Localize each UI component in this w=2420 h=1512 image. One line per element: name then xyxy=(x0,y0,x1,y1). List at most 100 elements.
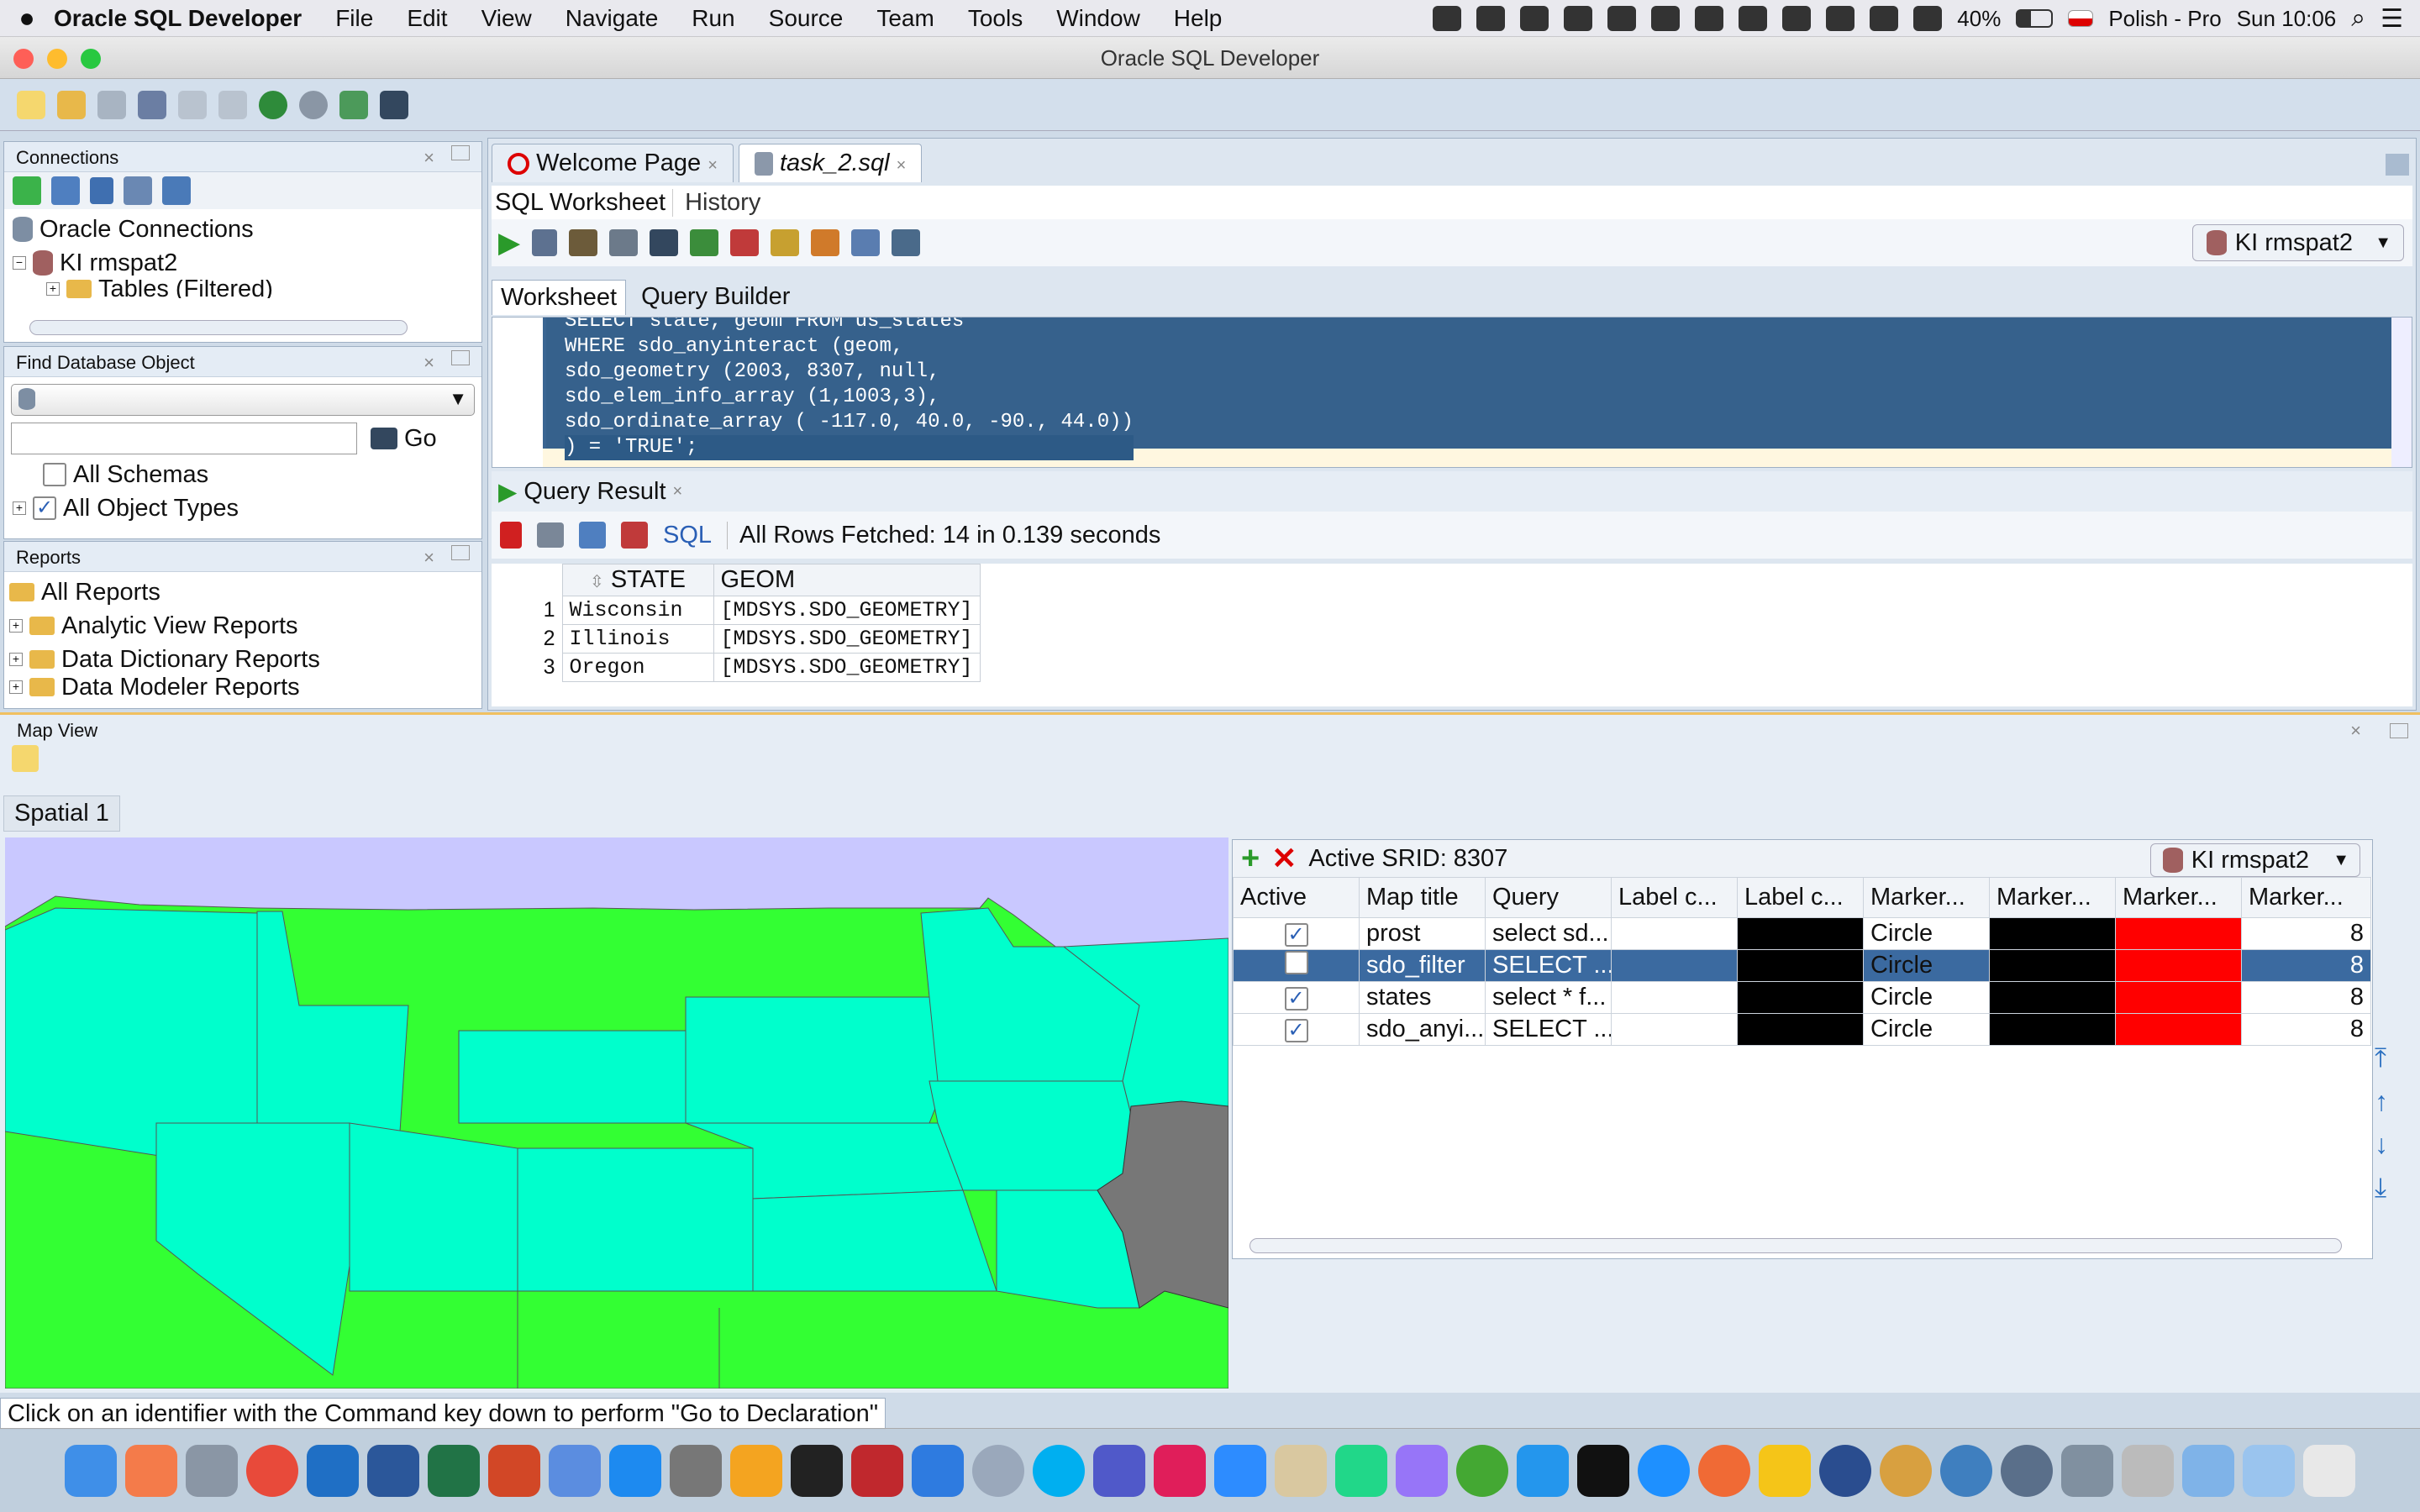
pencil-icon[interactable] xyxy=(1698,1444,1750,1497)
expand-icon[interactable]: + xyxy=(46,282,60,296)
run-script-icon[interactable] xyxy=(532,229,558,256)
cancel-icon[interactable] xyxy=(621,522,648,549)
move-top-icon[interactable]: ⤒ xyxy=(2375,1042,2388,1074)
column-header[interactable]: Marker... xyxy=(1863,877,1990,918)
refresh-icon[interactable] xyxy=(579,522,606,549)
thunderbird-icon[interactable] xyxy=(1819,1444,1871,1497)
sql-icon[interactable] xyxy=(339,90,368,119)
cell-label-color[interactable] xyxy=(1611,981,1738,1014)
cell-state[interactable]: Oregon xyxy=(561,653,714,682)
qgis-icon[interactable] xyxy=(1759,1444,1811,1497)
cell-marker[interactable]: Circle xyxy=(1863,917,1990,950)
cell-label-color[interactable] xyxy=(1611,949,1738,982)
cell-marker-size[interactable]: 8 xyxy=(2241,981,2371,1014)
tab-welcome-page[interactable]: Welcome Page × xyxy=(492,144,734,182)
cell-label-color-swatch[interactable] xyxy=(1737,1013,1864,1046)
pin-icon[interactable] xyxy=(500,522,522,549)
menu-source[interactable]: Source xyxy=(769,5,844,32)
word-icon[interactable] xyxy=(367,1444,419,1497)
column-header[interactable]: GEOM xyxy=(713,564,981,596)
settings-icon[interactable] xyxy=(670,1444,722,1497)
map-canvas[interactable] xyxy=(5,837,1228,1389)
preview-icon[interactable] xyxy=(2061,1444,2113,1497)
cell-marker-color[interactable] xyxy=(1989,981,2116,1014)
tab-query-result[interactable]: Query Result xyxy=(523,478,666,506)
minimize-icon[interactable] xyxy=(451,350,470,365)
close-tab-icon[interactable]: × xyxy=(897,156,907,175)
window-icon[interactable] xyxy=(162,176,191,205)
autotrace-icon[interactable] xyxy=(569,229,598,256)
status-icon[interactable] xyxy=(1433,6,1462,31)
redo-icon[interactable] xyxy=(218,90,247,119)
filter-icon[interactable] xyxy=(90,177,113,204)
tab-list-icon[interactable] xyxy=(2386,154,2409,176)
cell-label-color[interactable] xyxy=(1611,1013,1738,1046)
cell-marker-fill[interactable] xyxy=(2115,949,2242,982)
tree-item[interactable]: − KI rmspat2 xyxy=(13,246,473,280)
powerpoint-icon[interactable] xyxy=(488,1444,540,1497)
layer-row[interactable]: ✓ states select * f... Circle 8 xyxy=(1233,981,2371,1014)
add-connection-icon[interactable] xyxy=(13,176,41,205)
tab-sql-worksheet[interactable]: SQL Worksheet xyxy=(495,188,674,217)
atom-icon[interactable] xyxy=(1456,1444,1508,1497)
explain-plan-icon[interactable] xyxy=(609,229,639,256)
table-row[interactable]: 3 Oregon [MDSYS.SDO_GEOMETRY] xyxy=(492,653,981,682)
cell-marker-fill[interactable] xyxy=(2115,917,2242,950)
new-icon[interactable] xyxy=(17,90,45,119)
safari-icon[interactable] xyxy=(1638,1444,1690,1497)
move-up-icon[interactable]: ↑ xyxy=(2375,1086,2388,1117)
menu-help[interactable]: Help xyxy=(1174,5,1223,32)
applications-folder-icon[interactable] xyxy=(2182,1444,2234,1497)
r-icon[interactable] xyxy=(972,1444,1024,1497)
outlook-icon[interactable] xyxy=(307,1444,359,1497)
bluetooth-icon[interactable] xyxy=(1826,6,1855,31)
cell-geom[interactable]: [MDSYS.SDO_GEOMETRY] xyxy=(713,596,981,625)
close-icon[interactable]: × xyxy=(424,352,434,374)
search-input[interactable] xyxy=(11,423,357,454)
cell-marker-fill[interactable] xyxy=(2115,1013,2242,1046)
tab-spatial-1[interactable]: Spatial 1 xyxy=(3,795,120,832)
schema-icon[interactable] xyxy=(124,176,152,205)
tree-item[interactable]: + Data Dictionary Reports xyxy=(9,643,476,676)
minimize-icon[interactable] xyxy=(2390,723,2408,738)
battery-icon[interactable] xyxy=(2016,9,2054,28)
cell-marker-size[interactable]: 8 xyxy=(2241,917,2371,950)
horizontal-scrollbar[interactable] xyxy=(29,320,408,335)
status-icon[interactable] xyxy=(1651,6,1681,31)
zoom-icon[interactable] xyxy=(1214,1444,1266,1497)
trash-icon[interactable] xyxy=(2303,1444,2355,1497)
move-down-icon[interactable]: ↓ xyxy=(2375,1129,2388,1160)
app-store-icon[interactable] xyxy=(609,1444,661,1497)
column-header[interactable]: Marker... xyxy=(1989,877,2116,918)
markdown-icon[interactable] xyxy=(549,1444,601,1497)
cell-marker[interactable]: Circle xyxy=(1863,949,1990,982)
grid-icon[interactable] xyxy=(1739,6,1768,31)
volume-icon[interactable] xyxy=(1913,6,1943,31)
menu-team[interactable]: Team xyxy=(876,5,934,32)
forward-icon[interactable] xyxy=(299,90,328,119)
save-all-icon[interactable] xyxy=(138,90,166,119)
all-schemas-checkbox[interactable] xyxy=(43,463,66,486)
clear-icon[interactable] xyxy=(811,229,840,256)
column-header[interactable]: Label c... xyxy=(1611,877,1738,918)
status-icon[interactable] xyxy=(1520,6,1549,31)
terminal-icon[interactable] xyxy=(791,1444,843,1497)
layer-row[interactable]: ✓ sdo_anyi... SELECT ... Circle 8 xyxy=(1233,1013,2371,1046)
wifi-icon[interactable] xyxy=(1870,6,1899,31)
sublime-icon[interactable] xyxy=(730,1444,782,1497)
binoculars-icon[interactable] xyxy=(380,90,408,119)
menu-run[interactable]: Run xyxy=(692,5,734,32)
clock[interactable]: Sun 10:06 xyxy=(2237,6,2337,32)
menu-window[interactable]: Window xyxy=(1056,5,1140,32)
expand-icon[interactable]: + xyxy=(9,619,23,633)
close-icon[interactable]: × xyxy=(424,547,434,569)
cell-map-title[interactable]: prost xyxy=(1359,917,1486,950)
option-row[interactable]: All Schemas xyxy=(13,458,473,491)
commit-icon[interactable] xyxy=(690,229,719,256)
flag-icon[interactable] xyxy=(2068,10,2094,27)
cell-marker-color[interactable] xyxy=(1989,949,2116,982)
sql-link[interactable]: SQL xyxy=(663,522,712,549)
pycharm-icon[interactable] xyxy=(1335,1444,1387,1497)
slack-icon[interactable] xyxy=(1154,1444,1206,1497)
minimize-icon[interactable] xyxy=(451,545,470,560)
